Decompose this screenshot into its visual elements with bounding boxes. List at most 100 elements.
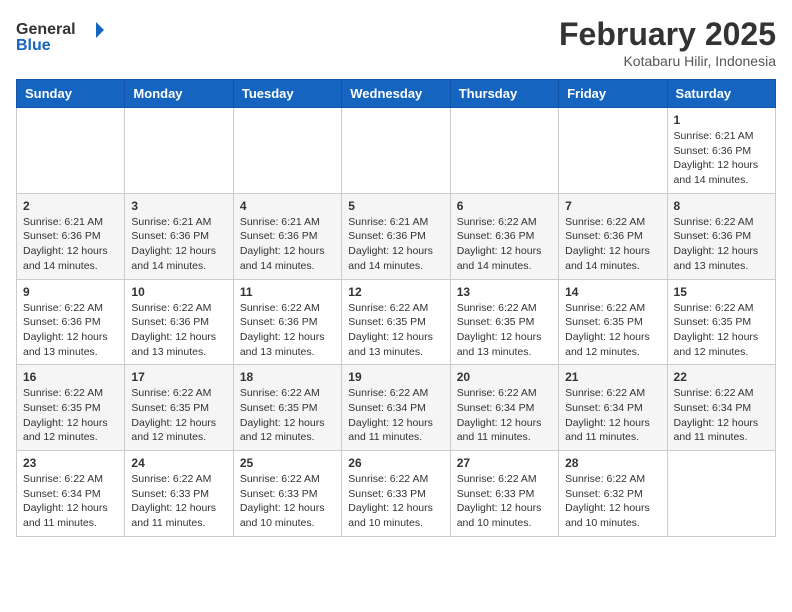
logo-svg: General Blue [16,16,106,54]
calendar-cell [342,108,450,194]
location: Kotabaru Hilir, Indonesia [559,53,776,69]
day-number: 13 [457,285,552,299]
day-info: Sunrise: 6:22 AMSunset: 6:35 PMDaylight:… [565,301,660,360]
day-number: 21 [565,370,660,384]
day-number: 2 [23,199,118,213]
calendar-cell: 3 Sunrise: 6:21 AMSunset: 6:36 PMDaylight… [125,193,233,279]
calendar-week-row: 23 Sunrise: 6:22 AMSunset: 6:34 PMDayligh… [17,451,776,537]
calendar-cell: 27Sunrise: 6:22 AMSunset: 6:33 PMDayligh… [450,451,558,537]
day-info: Sunrise: 6:21 AMSunset: 6:36 PMDaylight:… [131,215,226,274]
day-info: Sunrise: 6:22 AMSunset: 6:34 PMDaylight:… [565,386,660,445]
day-info: Sunrise: 6:22 AMSunset: 6:33 PMDaylight:… [131,472,226,531]
day-info: Sunrise: 6:21 AMSunset: 6:36 PMDaylight:… [240,215,335,274]
day-number: 15 [674,285,769,299]
calendar-cell: 13 Sunrise: 6:22 AMSunset: 6:35 PMDayligh… [450,279,558,365]
calendar-cell: 12 Sunrise: 6:22 AMSunset: 6:35 PMDayligh… [342,279,450,365]
calendar-cell: 14 Sunrise: 6:22 AMSunset: 6:35 PMDayligh… [559,279,667,365]
day-info: Sunrise: 6:22 AMSunset: 6:35 PMDaylight:… [240,386,335,445]
calendar-cell: 9 Sunrise: 6:22 AMSunset: 6:36 PMDaylight… [17,279,125,365]
calendar-cell: 21 Sunrise: 6:22 AMSunset: 6:34 PMDayligh… [559,365,667,451]
calendar-cell: 8 Sunrise: 6:22 AMSunset: 6:36 PMDaylight… [667,193,775,279]
day-info: Sunrise: 6:22 AMSunset: 6:34 PMDaylight:… [457,386,552,445]
day-info: Sunrise: 6:22 AMSunset: 6:34 PMDaylight:… [23,472,118,531]
day-number: 27 [457,456,552,470]
day-number: 25 [240,456,335,470]
day-info: Sunrise: 6:22 AMSunset: 6:35 PMDaylight:… [674,301,769,360]
calendar-cell: 5 Sunrise: 6:21 AMSunset: 6:36 PMDaylight… [342,193,450,279]
calendar-cell: 11 Sunrise: 6:22 AMSunset: 6:36 PMDayligh… [233,279,341,365]
day-info: Sunrise: 6:22 AMSunset: 6:33 PMDaylight:… [348,472,443,531]
calendar-header-wednesday: Wednesday [342,80,450,108]
calendar-cell: 25 Sunrise: 6:22 AMSunset: 6:33 PMDayligh… [233,451,341,537]
day-info: Sunrise: 6:22 AMSunset: 6:36 PMDaylight:… [131,301,226,360]
day-info: Sunrise: 6:22 AMSunset: 6:35 PMDaylight:… [348,301,443,360]
day-number: 9 [23,285,118,299]
day-info: Sunrise: 6:22 AMSunset: 6:36 PMDaylight:… [674,215,769,274]
month-title: February 2025 [559,16,776,53]
calendar-cell: 22 Sunrise: 6:22 AMSunset: 6:34 PMDayligh… [667,365,775,451]
day-number: 6 [457,199,552,213]
calendar-cell: 16 Sunrise: 6:22 AMSunset: 6:35 PMDayligh… [17,365,125,451]
day-info: Sunrise: 6:22 AMSunset: 6:33 PMDaylight:… [240,472,335,531]
svg-text:Blue: Blue [16,37,51,54]
calendar-cell: 24 Sunrise: 6:22 AMSunset: 6:33 PMDayligh… [125,451,233,537]
calendar-cell: 28 Sunrise: 6:22 AMSunset: 6:32 PMDayligh… [559,451,667,537]
calendar-cell: 20 Sunrise: 6:22 AMSunset: 6:34 PMDayligh… [450,365,558,451]
day-number: 14 [565,285,660,299]
calendar: SundayMondayTuesdayWednesdayThursdayFrid… [16,79,776,537]
day-info: Sunrise: 6:22 AMSunset: 6:34 PMDaylight:… [674,386,769,445]
calendar-cell: 15 Sunrise: 6:22 AMSunset: 6:35 PMDayligh… [667,279,775,365]
calendar-cell: 4 Sunrise: 6:21 AMSunset: 6:36 PMDaylight… [233,193,341,279]
day-number: 28 [565,456,660,470]
day-number: 20 [457,370,552,384]
calendar-cell [17,108,125,194]
day-info: Sunrise: 6:22 AMSunset: 6:35 PMDaylight:… [457,301,552,360]
calendar-cell [450,108,558,194]
day-info: Sunrise: 6:21 AMSunset: 6:36 PMDaylight:… [23,215,118,274]
day-info: Sunrise: 6:22 AMSunset: 6:35 PMDaylight:… [23,386,118,445]
day-number: 19 [348,370,443,384]
day-info: Sunrise: 6:22 AMSunset: 6:36 PMDaylight:… [23,301,118,360]
day-number: 1 [674,113,769,127]
calendar-week-row: 16 Sunrise: 6:22 AMSunset: 6:35 PMDayligh… [17,365,776,451]
calendar-header-sunday: Sunday [17,80,125,108]
calendar-cell [125,108,233,194]
calendar-cell: 6 Sunrise: 6:22 AMSunset: 6:36 PMDaylight… [450,193,558,279]
title-block: February 2025 Kotabaru Hilir, Indonesia [559,16,776,69]
day-number: 17 [131,370,226,384]
calendar-cell [233,108,341,194]
day-number: 24 [131,456,226,470]
day-info: Sunrise: 6:22 AMSunset: 6:32 PMDaylight:… [565,472,660,531]
day-number: 7 [565,199,660,213]
calendar-cell: 7Sunrise: 6:22 AMSunset: 6:36 PMDaylight… [559,193,667,279]
day-number: 22 [674,370,769,384]
svg-text:General: General [16,21,76,38]
calendar-cell: 23 Sunrise: 6:22 AMSunset: 6:34 PMDayligh… [17,451,125,537]
calendar-cell: 26 Sunrise: 6:22 AMSunset: 6:33 PMDayligh… [342,451,450,537]
day-number: 23 [23,456,118,470]
calendar-week-row: 1Sunrise: 6:21 AMSunset: 6:36 PMDaylight… [17,108,776,194]
calendar-cell: 1Sunrise: 6:21 AMSunset: 6:36 PMDaylight… [667,108,775,194]
day-number: 12 [348,285,443,299]
day-info: Sunrise: 6:22 AMSunset: 6:36 PMDaylight:… [457,215,552,274]
day-info: Sunrise: 6:22 AMSunset: 6:35 PMDaylight:… [131,386,226,445]
calendar-header-monday: Monday [125,80,233,108]
day-number: 18 [240,370,335,384]
calendar-header-tuesday: Tuesday [233,80,341,108]
day-number: 8 [674,199,769,213]
day-info: Sunrise: 6:22 AMSunset: 6:36 PMDaylight:… [240,301,335,360]
day-number: 26 [348,456,443,470]
calendar-header-thursday: Thursday [450,80,558,108]
calendar-cell: 18 Sunrise: 6:22 AMSunset: 6:35 PMDayligh… [233,365,341,451]
calendar-cell: 17 Sunrise: 6:22 AMSunset: 6:35 PMDayligh… [125,365,233,451]
day-number: 3 [131,199,226,213]
day-number: 11 [240,285,335,299]
day-number: 16 [23,370,118,384]
page-header: General Blue February 2025 Kotabaru Hili… [16,16,776,69]
day-number: 5 [348,199,443,213]
day-number: 10 [131,285,226,299]
calendar-week-row: 9 Sunrise: 6:22 AMSunset: 6:36 PMDaylight… [17,279,776,365]
day-number: 4 [240,199,335,213]
day-info: Sunrise: 6:22 AMSunset: 6:34 PMDaylight:… [348,386,443,445]
day-info: Sunrise: 6:21 AMSunset: 6:36 PMDaylight:… [348,215,443,274]
